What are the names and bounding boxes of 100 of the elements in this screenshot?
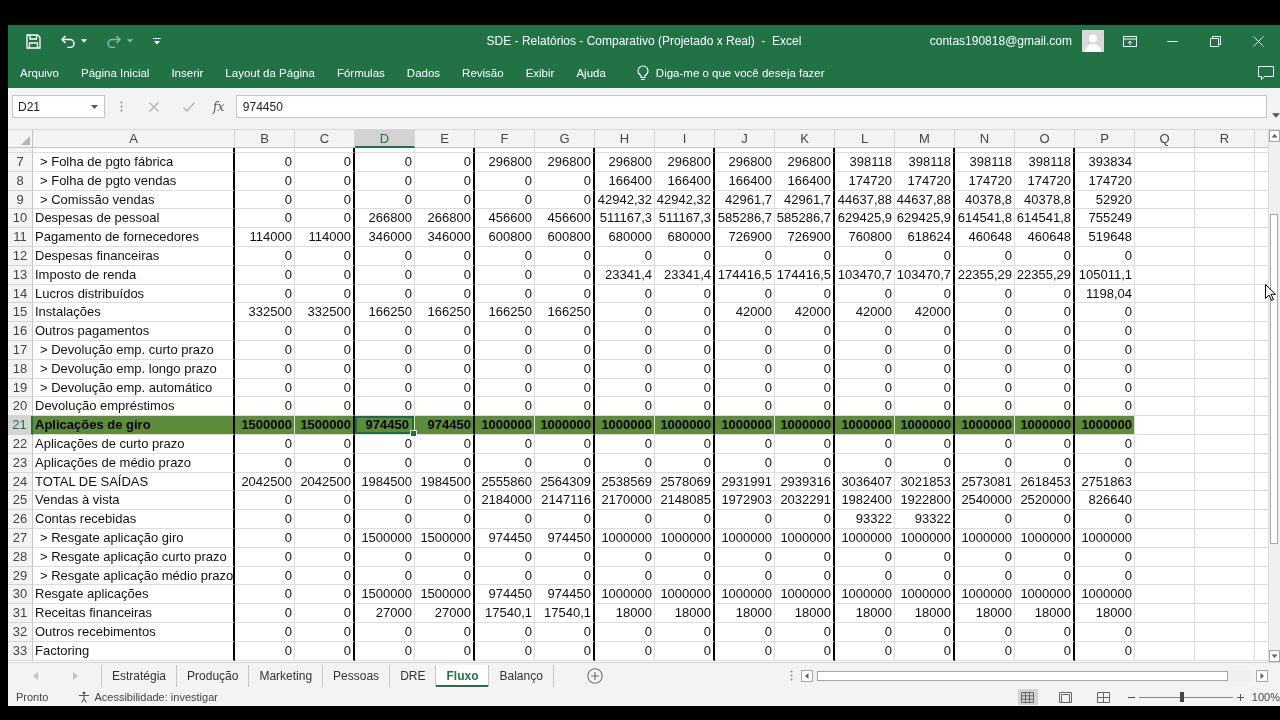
check-icon[interactable]: [182, 101, 195, 112]
table-cell: 42000: [715, 303, 775, 323]
sheet-tab[interactable]: Pessoas: [323, 664, 391, 687]
column-header[interactable]: M: [895, 130, 955, 148]
row-header[interactable]: 21: [8, 416, 33, 435]
row-header[interactable]: 10: [8, 209, 33, 229]
table-cell: 0: [475, 547, 535, 567]
accessibility-button[interactable]: Acessibilidade: investigar: [78, 691, 218, 703]
table-cell: 1000000: [1015, 528, 1075, 548]
arrow-down-icon[interactable]: [1269, 650, 1280, 662]
column-header[interactable]: G: [535, 130, 595, 148]
table-cell: 0: [655, 566, 715, 586]
save-icon[interactable]: [26, 33, 41, 49]
column-header[interactable]: F: [475, 130, 535, 148]
ribbon-tab[interactable]: Dados: [395, 57, 452, 88]
arrow-up-icon[interactable]: [1269, 130, 1280, 142]
column-header[interactable]: P: [1075, 130, 1135, 148]
row-header[interactable]: 7: [8, 153, 33, 172]
ribbon-display-icon[interactable]: [1122, 35, 1137, 47]
empty-cell: [1135, 247, 1195, 266]
ribbon-tab[interactable]: Inserir: [160, 57, 215, 88]
scrollbar-thumb[interactable]: [1270, 214, 1278, 544]
row-header[interactable]: 26: [8, 510, 33, 529]
caret-icon[interactable]: [1272, 113, 1280, 118]
sheet-tab[interactable]: Balanço: [489, 664, 554, 687]
column-header[interactable]: J: [715, 130, 775, 148]
sheet-tab[interactable]: Marketing: [249, 664, 324, 687]
row-header[interactable]: 31: [8, 604, 33, 623]
table-cell: 0: [655, 359, 715, 379]
column-header[interactable]: O: [1015, 130, 1075, 148]
plus-circle-icon[interactable]: [586, 667, 603, 684]
sheet-tab[interactable]: Estratégia: [101, 664, 178, 687]
ribbon-tab[interactable]: Revisão: [451, 57, 515, 88]
ribbon-tab[interactable]: Arquivo: [9, 57, 70, 88]
column-header[interactable]: K: [775, 130, 835, 148]
account-name[interactable]: contas190818@gmail.com: [929, 34, 1072, 48]
comment-icon[interactable]: [1258, 65, 1274, 80]
caret-icon[interactable]: [90, 104, 98, 109]
arrow-left-icon[interactable]: [801, 669, 813, 682]
row-header[interactable]: 11: [8, 228, 33, 247]
table-cell: 166250: [415, 303, 475, 323]
column-header[interactable]: I: [655, 130, 715, 148]
row-header[interactable]: 25: [8, 491, 33, 511]
table-cell: 0: [715, 284, 775, 304]
search-field[interactable]: Diga-me o que você deseja fazer: [655, 66, 841, 79]
row-header[interactable]: 16: [8, 322, 33, 341]
column-header[interactable]: E: [415, 130, 475, 148]
minus-icon[interactable]: [1127, 696, 1135, 698]
table-cell: 0: [1015, 566, 1075, 586]
arrow-right-icon[interactable]: [1256, 669, 1268, 682]
table-cell: 0: [775, 284, 835, 304]
table-cell: 0: [295, 604, 355, 623]
restore-icon[interactable]: [1210, 35, 1221, 47]
table-cell: 0: [235, 453, 295, 473]
close-icon[interactable]: [1253, 35, 1264, 47]
table-cell: 166250: [355, 303, 415, 323]
caret-icon[interactable]: [81, 39, 87, 43]
ribbon-tab[interactable]: Ajuda: [565, 57, 617, 88]
column-header[interactable]: A: [33, 130, 235, 148]
table-cell: 0: [655, 322, 715, 341]
name-box[interactable]: D21: [12, 95, 105, 118]
column-header[interactable]: B: [235, 130, 295, 148]
zoom-level-button[interactable]: 100%: [1243, 691, 1280, 703]
formula-field[interactable]: 974450: [235, 95, 1267, 118]
column-header[interactable]: Q: [1135, 130, 1195, 148]
table-cell: 0: [535, 510, 595, 529]
table-cell: 0: [1015, 284, 1075, 304]
plus-icon[interactable]: [1236, 693, 1244, 701]
table-cell: 726900: [715, 228, 775, 247]
fill-handle[interactable]: [410, 429, 417, 437]
column-header[interactable]: R: [1195, 130, 1255, 148]
grip-icon[interactable]: [790, 670, 793, 681]
table-cell: 0: [775, 622, 835, 642]
row-header[interactable]: 15: [8, 303, 33, 323]
table-cell: > Resgate aplicação médio prazo: [33, 566, 235, 586]
table-cell: > Devolução emp. longo prazo: [33, 359, 235, 379]
normal-view-button[interactable]: [1017, 689, 1038, 705]
sheet-tab[interactable]: Fluxo: [436, 664, 490, 687]
ribbon-tab[interactable]: Layout da Página: [214, 57, 326, 88]
row-header[interactable]: 30: [8, 585, 33, 605]
undo-icon[interactable]: [61, 34, 75, 48]
table-cell: 1000000: [895, 416, 955, 435]
table-cell: 1000000: [895, 528, 955, 548]
column-header[interactable]: N: [955, 130, 1015, 148]
ribbon-tab[interactable]: Página Inicial: [70, 57, 161, 88]
row-header[interactable]: 20: [8, 397, 33, 417]
column-header[interactable]: D: [355, 130, 415, 148]
zoom-slider-thumb[interactable]: [1180, 692, 1185, 702]
column-header[interactable]: C: [295, 130, 355, 148]
column-header[interactable]: L: [835, 130, 895, 148]
insert-function-button[interactable]: fx: [210, 99, 227, 114]
sheet-tab[interactable]: Produção: [177, 664, 250, 687]
table-cell: 0: [715, 547, 775, 567]
ribbon-tab[interactable]: Exibir: [514, 57, 566, 88]
scrollbar-thumb[interactable]: [817, 670, 1228, 681]
minimize-icon[interactable]: [1167, 40, 1178, 42]
ribbon-tab[interactable]: Fórmulas: [325, 57, 396, 88]
column-header[interactable]: H: [595, 130, 655, 148]
customize-icon[interactable]: [153, 37, 161, 45]
table-cell: 1500000: [415, 585, 475, 605]
